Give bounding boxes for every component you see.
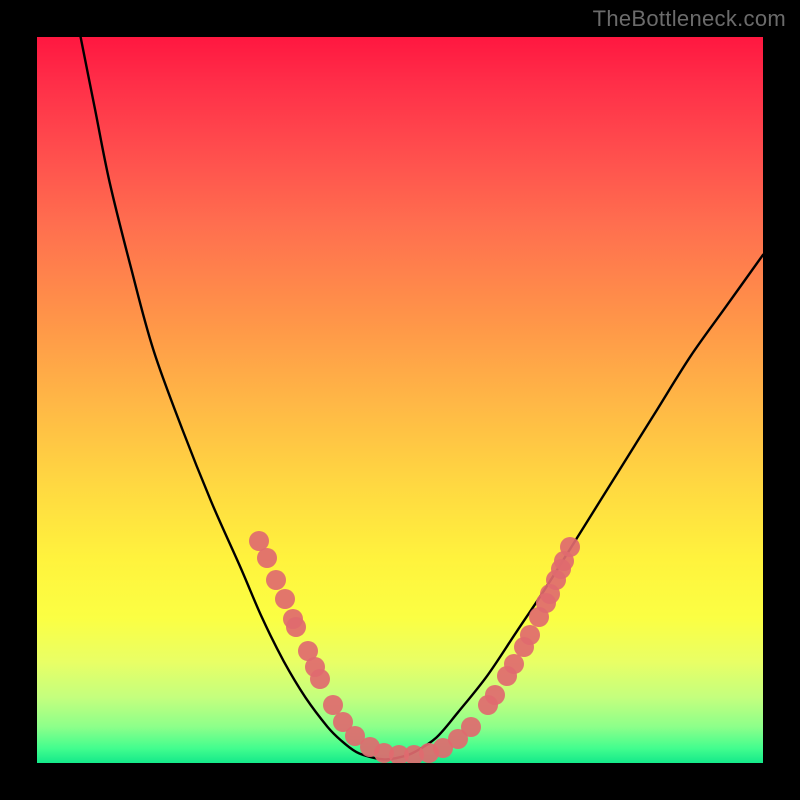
plot-area [37,37,763,763]
data-point-marker [249,531,269,551]
data-point-marker [266,570,286,590]
data-point-marker [275,589,295,609]
data-point-marker [286,617,306,637]
data-point-marker [560,537,580,557]
data-point-marker [257,548,277,568]
data-point-marker [310,669,330,689]
watermark-text: TheBottleneck.com [593,6,786,32]
data-point-marker [461,717,481,737]
marker-layer [37,37,763,763]
chart-frame: TheBottleneck.com [0,0,800,800]
data-point-marker [520,625,540,645]
data-point-marker [323,695,343,715]
data-point-marker [504,654,524,674]
data-point-marker [485,685,505,705]
